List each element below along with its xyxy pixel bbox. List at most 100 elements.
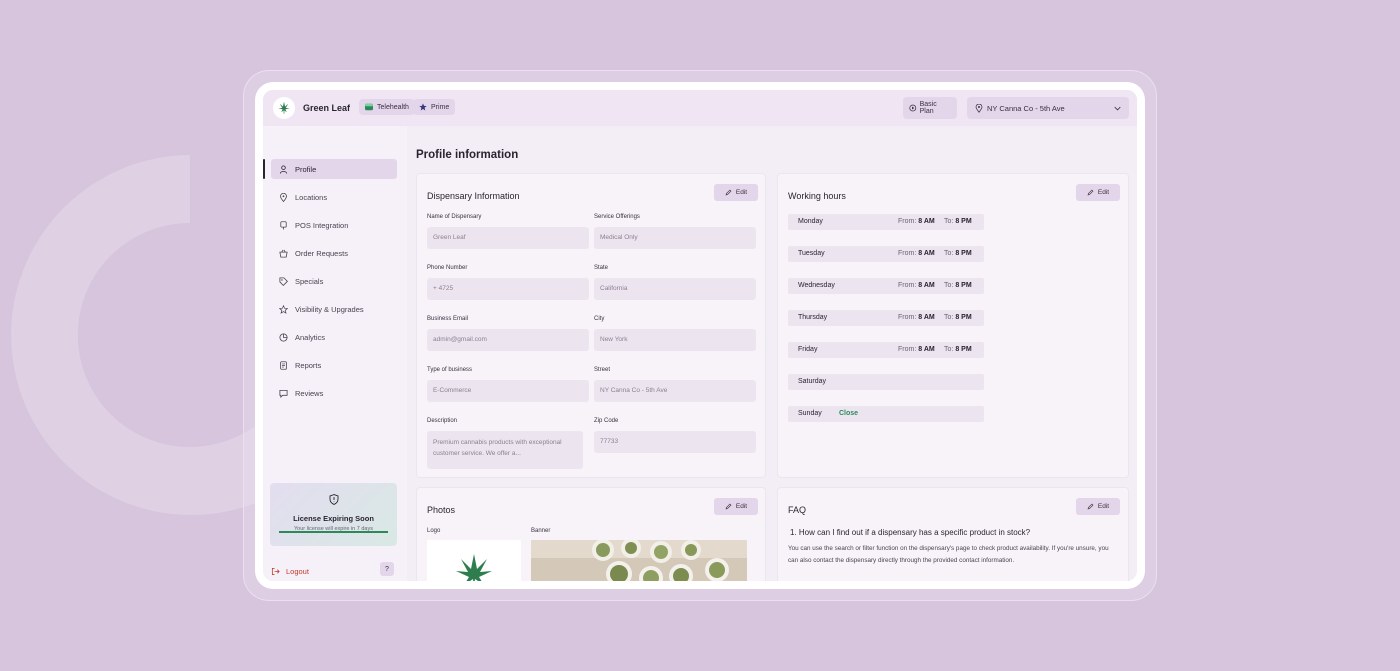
field-label: Street [594,367,611,373]
device-frame: Green Leaf Telehealth Prime Basic Plan N… [255,82,1145,589]
faq-card: FAQ Edit 1. How can I find out if a disp… [777,487,1129,581]
to-time: To: 8 PM [944,282,972,289]
hours-row-wednesday[interactable]: Wednesday From: 8 AM To: 8 PM [788,278,984,294]
leaf-logo-icon [456,554,492,581]
pencil-icon [725,503,732,510]
logo-label: Logo [427,528,441,534]
sidebar-item-profile[interactable]: Profile [263,159,397,179]
sidebar-item-analytics[interactable]: Analytics [271,327,397,347]
document-icon [280,360,287,370]
logo-image[interactable] [427,540,521,581]
license-warning-card[interactable]: License Expiring Soon Your license will … [270,483,397,546]
brand-logo[interactable]: Green Leaf [273,97,350,119]
edit-label: Edit [735,503,748,510]
dispensary-name-field[interactable]: Green Leaf [427,227,589,249]
card-title: Dispensary Information [427,191,520,201]
hours-row-monday[interactable]: Monday From: 8 AM To: 8 PM [788,214,984,230]
plan-label: Basic Plan [919,101,937,115]
field-label: Phone Number [427,265,468,271]
pencil-icon [1087,503,1094,510]
sidebar-item-visibility-upgrades[interactable]: Visibility & Upgrades [271,299,397,319]
sidebar-item-label: Specials [295,276,324,286]
zip-code-field[interactable]: 77733 [594,431,756,453]
sidebar-item-pos-integration[interactable]: POS Integration [271,215,397,235]
hours-row-friday[interactable]: Friday From: 8 AM To: 8 PM [788,342,984,358]
hours-row-sunday[interactable]: Sunday Close [788,406,984,422]
day-label: Wednesday [798,282,835,289]
basic-plan-button[interactable]: Basic Plan [903,97,957,119]
location-value: NY Canna Co - 5th Ave [987,103,1065,113]
sidebar-item-specials[interactable]: Specials [271,271,397,291]
to-time: To: 8 PM [944,218,972,225]
edit-label: Edit [735,189,748,196]
to-time: To: 8 PM [944,250,972,257]
edit-faq-button[interactable]: Edit [1076,498,1120,515]
city-field[interactable]: New York [594,329,756,351]
service-offerings-field[interactable]: Medical Only [594,227,756,249]
field-label: State [594,265,609,271]
help-button[interactable]: ? [380,562,394,576]
business-email-field[interactable]: admin@gmail.com [427,329,589,351]
telehealth-chip[interactable]: Telehealth [359,99,415,115]
sidebar-item-label: Profile [295,164,317,174]
field-label: Zip Code [594,418,619,424]
field-label: Business Email [427,316,469,322]
logout-button[interactable]: Logout [271,567,309,576]
license-progress-bar [279,531,388,533]
sidebar-item-locations[interactable]: Locations [271,187,397,207]
banner-image[interactable] [531,540,747,581]
banner-photo [531,540,747,581]
sidebar-item-order-requests[interactable]: Order Requests [271,243,397,263]
telehealth-label: Telehealth [377,103,409,111]
edit-hours-button[interactable]: Edit [1076,184,1120,201]
edit-photos-button[interactable]: Edit [714,498,758,515]
working-hours-card: Working hours Edit Monday From: 8 AM To: 8… [777,173,1129,478]
sidebar-item-label: Analytics [295,332,326,342]
card-title: Working hours [788,191,846,201]
state-field[interactable]: California [594,278,756,300]
faq-question[interactable]: 1. How can I find out if a dispensary ha… [790,528,1030,537]
user-icon [279,164,288,174]
prime-chip[interactable]: Prime [413,99,456,115]
edit-dispensary-button[interactable]: Edit [714,184,758,201]
top-bar: Green Leaf Telehealth Prime Basic Plan N… [263,90,1137,126]
hours-row-saturday[interactable]: Saturday [788,374,984,390]
pencil-icon [725,189,732,196]
to-time: To: 8 PM [944,346,972,353]
from-time: From: 8 AM [898,282,935,289]
logout-label: Logout [286,567,309,576]
from-time: From: 8 AM [898,250,935,257]
field-label: Type of business [427,367,473,373]
license-title: License Expiring Soon [293,514,374,523]
sidebar-item-label: Locations [295,192,328,202]
day-label: Friday [798,346,818,353]
sidebar: Profile Locations POS Integration Order … [263,126,407,581]
photos-card: Photos Edit Logo Banner [416,487,766,581]
basket-icon [279,249,288,258]
sidebar-item-label: Visibility & Upgrades [295,304,364,314]
faq-answer: You can use the search or filter functio… [788,545,1109,564]
app-window: Green Leaf Telehealth Prime Basic Plan N… [263,90,1137,581]
page-title: Profile information [416,149,519,161]
sidebar-item-reports[interactable]: Reports [271,355,397,375]
banner-label: Banner [531,528,551,534]
business-type-field[interactable]: E-Commerce [427,380,589,402]
sidebar-item-label: Reports [295,360,322,370]
logout-icon [271,567,280,576]
description-field[interactable]: Premium cannabis products with exception… [427,431,583,469]
location-select[interactable]: NY Canna Co - 5th Ave [967,97,1129,119]
sidebar-item-label: Order Requests [295,248,348,258]
day-label: Thursday [798,314,828,321]
day-label: Tuesday [798,250,825,257]
sidebar-nav: Profile Locations POS Integration Order … [263,159,397,411]
closed-status: Close [839,410,859,417]
street-field[interactable]: NY Canna Co - 5th Ave [594,380,756,402]
phone-number-field[interactable]: + 4725 [427,278,589,300]
field-label: Description [427,418,458,424]
brand-name: Green Leaf [303,103,351,113]
field-label: Name of Dispensary [427,214,482,220]
from-time: From: 8 AM [898,218,935,225]
hours-row-thursday[interactable]: Thursday From: 8 AM To: 8 PM [788,310,984,326]
hours-row-tuesday[interactable]: Tuesday From: 8 AM To: 8 PM [788,246,984,262]
sidebar-item-reviews[interactable]: Reviews [271,383,397,403]
